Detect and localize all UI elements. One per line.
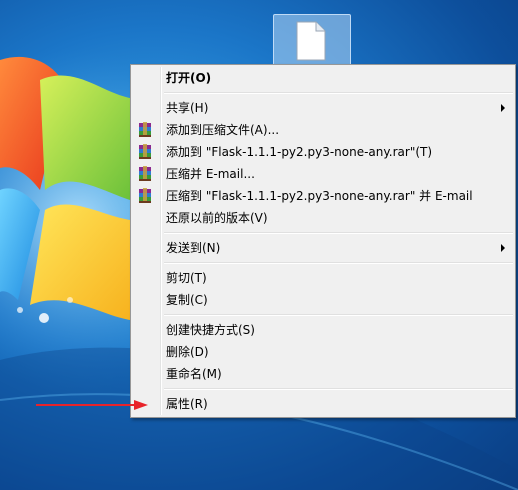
menu-item-label: 压缩到 "Flask-1.1.1-py2.py3-none-any.rar" 并…	[166, 189, 473, 203]
menu-item-label: 共享(H)	[166, 101, 209, 115]
menu-separator	[164, 232, 513, 234]
winrar-icon	[139, 166, 151, 181]
menu-item-label: 添加到压缩文件(A)...	[166, 123, 280, 137]
menu-separator	[164, 388, 513, 390]
menu-item-label: 发送到(N)	[166, 241, 221, 255]
menu-item-delete[interactable]: 删除(D)	[133, 341, 513, 363]
menu-item-label: 添加到 "Flask-1.1.1-py2.py3-none-any.rar"(T…	[166, 145, 433, 159]
menu-item-create-shortcut[interactable]: 创建快捷方式(S)	[133, 319, 513, 341]
menu-item-add-to-named-rar[interactable]: 添加到 "Flask-1.1.1-py2.py3-none-any.rar"(T…	[133, 141, 513, 163]
menu-item-cut[interactable]: 剪切(T)	[133, 267, 513, 289]
menu-separator	[164, 314, 513, 316]
menu-item-label: 剪切(T)	[166, 271, 207, 285]
submenu-arrow-icon	[501, 104, 505, 112]
menu-item-label: 属性(R)	[166, 397, 208, 411]
menu-separator	[164, 92, 513, 94]
menu-separator	[164, 262, 513, 264]
menu-item-label: 压缩并 E-mail...	[166, 167, 255, 181]
menu-item-label: 还原以前的版本(V)	[166, 211, 268, 225]
red-arrow-annotation-icon	[36, 400, 148, 410]
menu-item-compress-to-rar-and-email[interactable]: 压缩到 "Flask-1.1.1-py2.py3-none-any.rar" 并…	[133, 185, 513, 207]
menu-item-label: 复制(C)	[166, 293, 208, 307]
winrar-icon	[139, 188, 151, 203]
submenu-arrow-icon	[501, 244, 505, 252]
menu-item-share[interactable]: 共享(H)	[133, 97, 513, 119]
menu-item-label: 重命名(M)	[166, 367, 222, 381]
winrar-icon	[139, 122, 151, 137]
menu-item-label: 删除(D)	[166, 345, 209, 359]
menu-item-rename[interactable]: 重命名(M)	[133, 363, 513, 385]
menu-item-label: 打开(O)	[166, 71, 212, 85]
menu-item-open[interactable]: 打开(O)	[133, 67, 513, 89]
winrar-icon	[139, 144, 151, 159]
menu-item-copy[interactable]: 复制(C)	[133, 289, 513, 311]
menu-item-properties[interactable]: 属性(R)	[133, 393, 513, 415]
desktop: 打开(O) 共享(H) 添加到压缩文件(A)... 添加到 "Flask-1.1…	[0, 0, 518, 490]
desktop-file-selected[interactable]	[273, 14, 351, 68]
menu-item-compress-and-email[interactable]: 压缩并 E-mail...	[133, 163, 513, 185]
blank-document-icon	[296, 21, 326, 61]
menu-item-send-to[interactable]: 发送到(N)	[133, 237, 513, 259]
menu-item-add-to-archive[interactable]: 添加到压缩文件(A)...	[133, 119, 513, 141]
menu-item-label: 创建快捷方式(S)	[166, 323, 255, 337]
menu-item-restore-previous-versions[interactable]: 还原以前的版本(V)	[133, 207, 513, 229]
context-menu: 打开(O) 共享(H) 添加到压缩文件(A)... 添加到 "Flask-1.1…	[130, 64, 516, 418]
